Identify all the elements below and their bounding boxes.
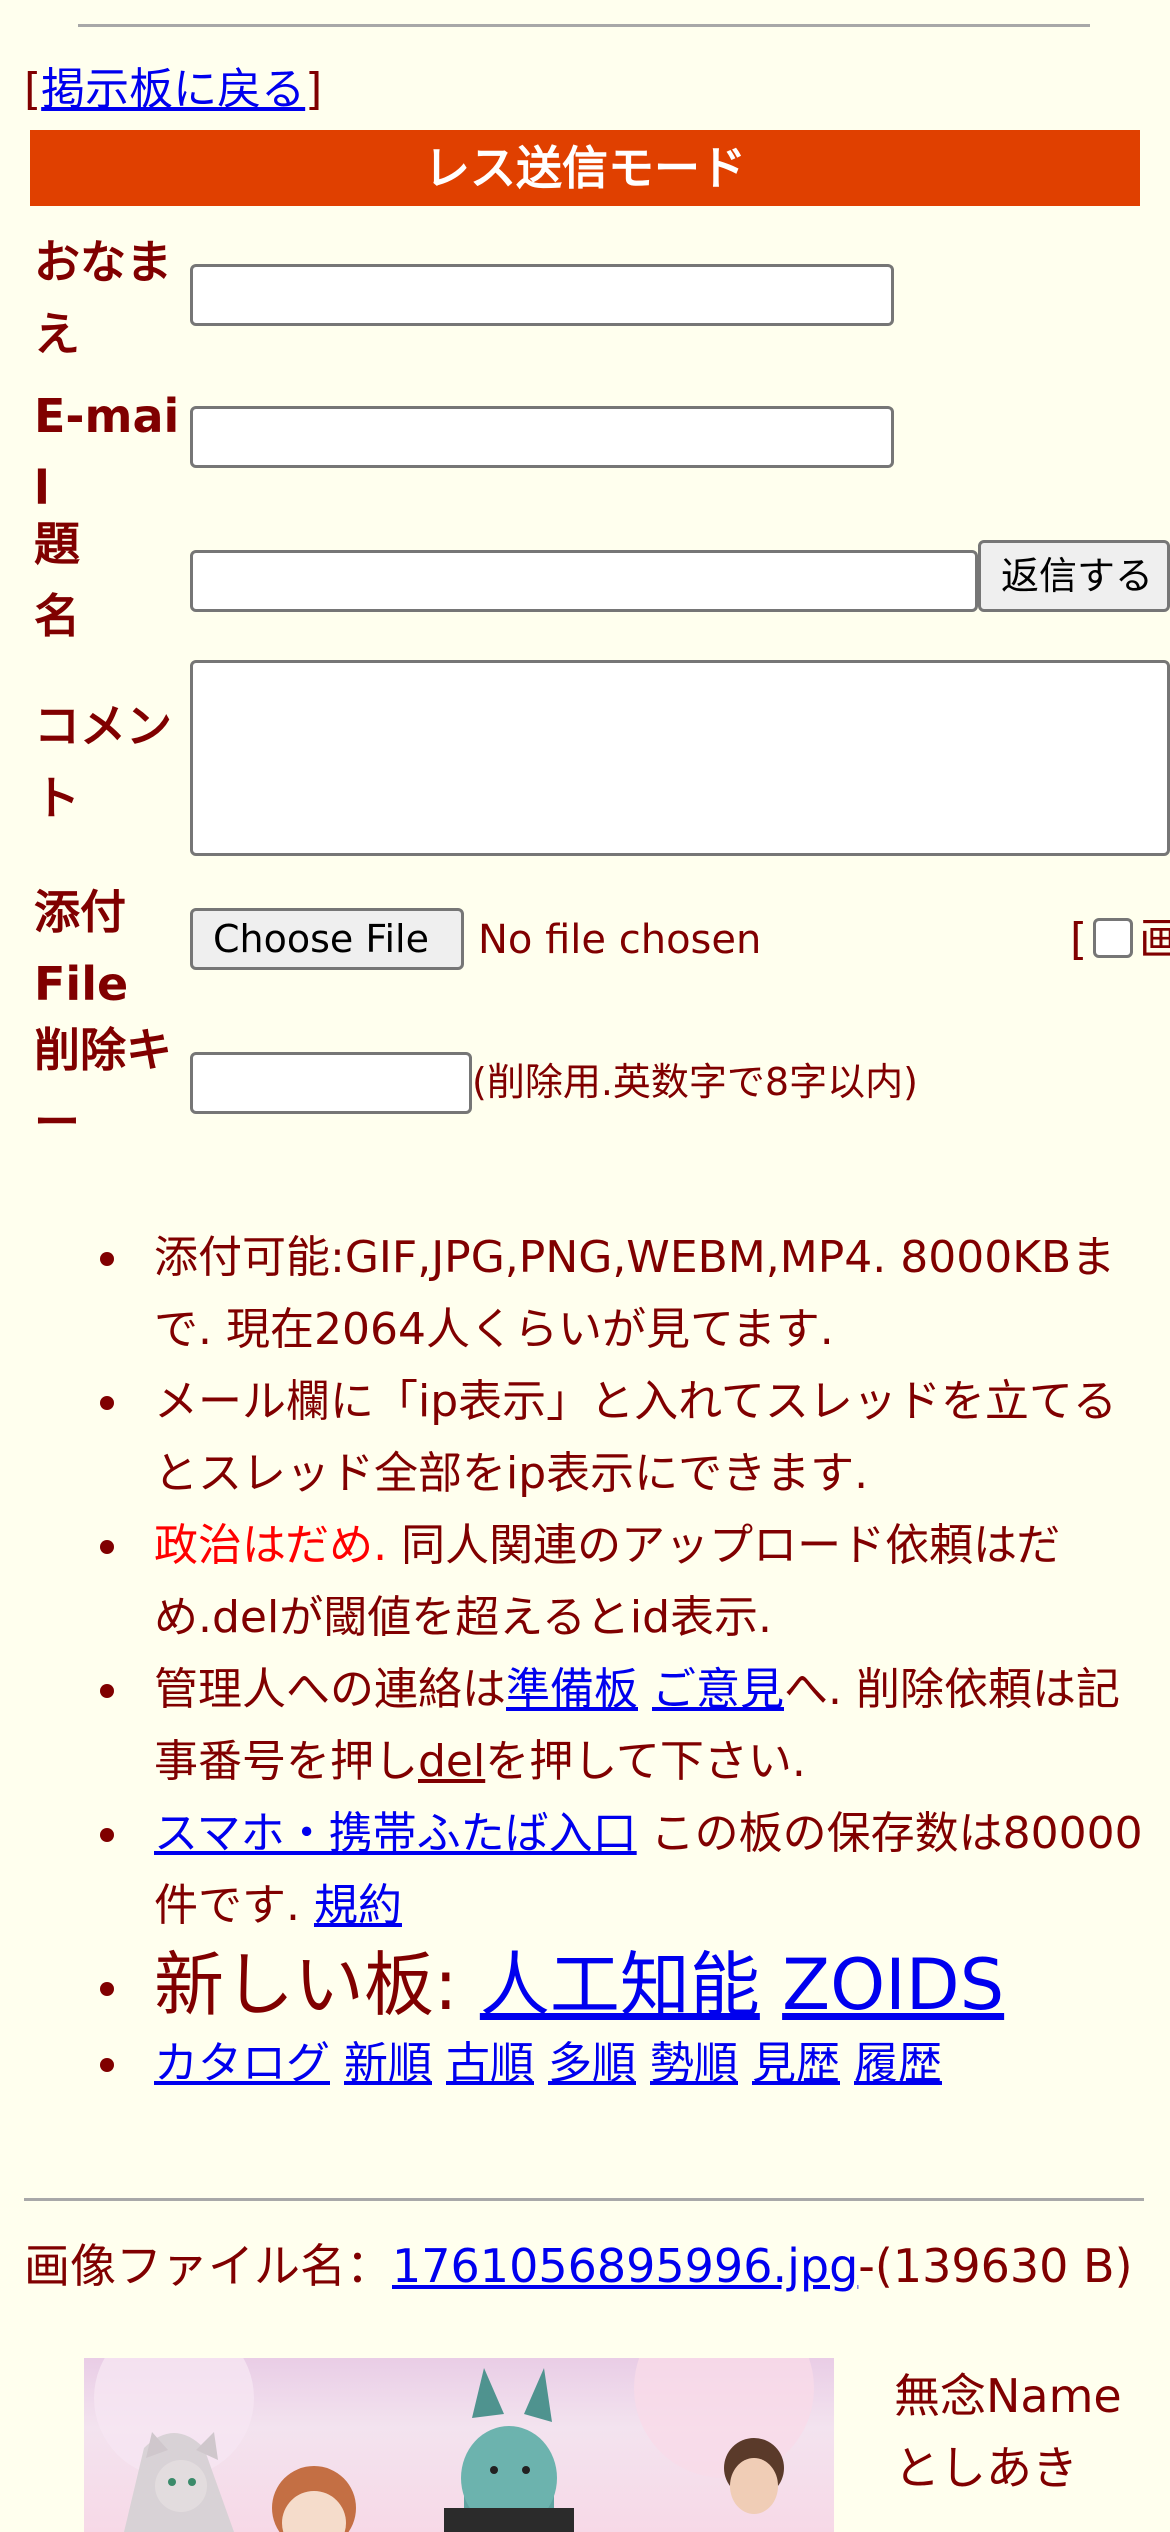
file-name-link[interactable]: 1761056895996.jpg xyxy=(392,2239,858,2293)
reply-submit-button[interactable]: 返信する xyxy=(978,540,1170,612)
file-info-prefix: 画像ファイル名： xyxy=(24,2239,392,2293)
bullet xyxy=(100,1396,114,1410)
subject-label: 題名 xyxy=(34,517,80,643)
bracket-close: ] xyxy=(305,64,323,115)
sort-many-link[interactable]: 多順 xyxy=(548,2038,636,2089)
bullet xyxy=(100,2058,114,2072)
bullet xyxy=(100,1684,114,1698)
post-author: としあき xyxy=(894,2441,1078,2495)
file-size: -(139630 B) xyxy=(858,2239,1133,2293)
post-header: 無念Name としあき xyxy=(894,2360,1122,2504)
bracket-open: [ xyxy=(24,64,42,115)
file-label: 添付File xyxy=(34,885,129,1011)
email-input[interactable] xyxy=(190,406,894,468)
subject-input[interactable] xyxy=(190,550,978,612)
new-boards: 新しい板: 人工知能 ZOIDS xyxy=(0,1942,1150,2028)
rule-ip-display-text: メール欄に「ip表示」と入れてスレッドを立てるとスレッド全部をip表示にできます… xyxy=(154,1376,1117,1499)
sort-nav: カタログ 新順 古順 多順 勢順 見歴 履歴 xyxy=(0,2028,1150,2100)
feedback-link[interactable]: ご意見 xyxy=(652,1664,784,1715)
email-label: E-mail xyxy=(34,389,180,515)
image-option-checkbox[interactable] xyxy=(1093,918,1134,958)
thread-file-info: 画像ファイル名：1761056895996.jpg-(139630 B) xyxy=(24,2236,1144,2296)
zoids-board-link[interactable]: ZOIDS xyxy=(782,1944,1004,2026)
choose-file-button[interactable]: Choose File xyxy=(190,908,464,970)
bullet xyxy=(100,1540,114,1554)
bullet xyxy=(100,1252,114,1266)
history-link[interactable]: 履歴 xyxy=(854,2038,942,2089)
bullet xyxy=(100,1982,114,1996)
no-file-chosen-text: No file chosen xyxy=(478,917,762,963)
rule-contact-text-a: 管理人への連絡は xyxy=(154,1664,506,1715)
rule-mobile: スマホ・携帯ふたば入口 この板の保存数は80000件です. 規約 xyxy=(0,1798,1150,1942)
prep-board-link[interactable]: 準備板 xyxy=(506,1664,638,1715)
ai-board-link[interactable]: 人工知能 xyxy=(480,1944,760,2026)
back-to-board-link[interactable]: 掲示板に戻る xyxy=(41,64,305,115)
delete-key-input[interactable] xyxy=(190,1052,472,1114)
image-option: [画 xyxy=(1070,910,1170,970)
rule-contact: 管理人への連絡は準備板 ご意見へ. 削除依頼は記事番号を押しdelを押して下さい… xyxy=(0,1654,1150,1798)
rule-attachments-text: 添付可能:GIF,JPG,PNG,WEBM,MP4. 8000KBまで. 現在2… xyxy=(154,1232,1116,1355)
delete-key-label: 削除キー xyxy=(34,1023,172,1149)
sort-new-link[interactable]: 新順 xyxy=(344,2038,432,2089)
reply-mode-title: レス送信モード xyxy=(30,130,1140,206)
top-divider xyxy=(78,24,1090,27)
mobile-entrance-link[interactable]: スマホ・携帯ふたば入口 xyxy=(154,1808,637,1859)
bullet xyxy=(100,1828,114,1842)
new-boards-label: 新しい板: xyxy=(154,1944,480,2026)
image-option-bracket: [ xyxy=(1070,914,1088,965)
rule-contact-text-c: を押して下さい. xyxy=(485,1736,806,1787)
rule-attachments: 添付可能:GIF,JPG,PNG,WEBM,MP4. 8000KBまで. 現在2… xyxy=(0,1222,1150,1366)
terms-link[interactable]: 規約 xyxy=(314,1880,402,1931)
viewed-history-link[interactable]: 見歴 xyxy=(752,2038,840,2089)
image-option-label: 画 xyxy=(1139,914,1170,965)
catalog-link[interactable]: カタログ xyxy=(154,2038,330,2089)
comment-textarea[interactable] xyxy=(190,660,1170,856)
sort-momentum-link[interactable]: 勢順 xyxy=(650,2038,738,2089)
rule-politics: 政治はだめ. 同人関連のアップロード依頼はだめ.delが閾値を超えるとid表示. xyxy=(0,1510,1150,1654)
sort-old-link[interactable]: 古順 xyxy=(446,2038,534,2089)
rule-politics-warning: 政治はだめ. xyxy=(154,1520,388,1571)
comment-label: コメント xyxy=(34,699,172,825)
post-subject: 無念Name xyxy=(894,2369,1122,2423)
rule-ip-display: メール欄に「ip表示」と入れてスレッドを立てるとスレッド全部をip表示にできます… xyxy=(0,1366,1150,1510)
name-input[interactable] xyxy=(190,264,894,326)
delete-key-hint: (削除用.英数字で8字以内) xyxy=(472,1060,918,1104)
name-label: おなまえ xyxy=(34,235,172,361)
thread-image-illustration xyxy=(94,2358,814,2532)
board-rules-list: 添付可能:GIF,JPG,PNG,WEBM,MP4. 8000KBまで. 現在2… xyxy=(0,1222,1150,2100)
del-link[interactable]: del xyxy=(418,1736,485,1787)
back-nav: [掲示板に戻る] xyxy=(24,60,322,120)
thread-image[interactable] xyxy=(84,2358,834,2532)
thread-divider xyxy=(24,2198,1144,2201)
